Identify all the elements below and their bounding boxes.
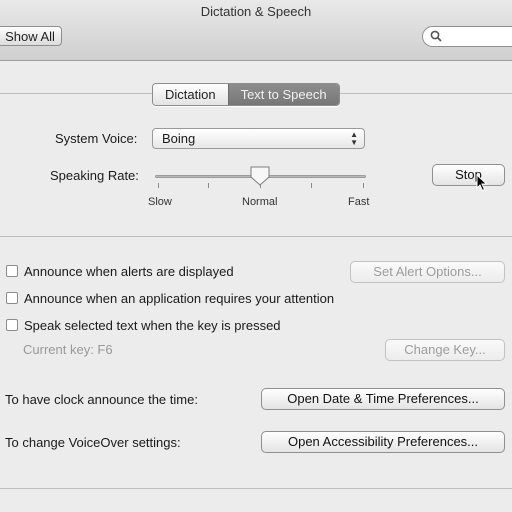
clock-label: To have clock announce the time: (5, 392, 198, 407)
change-key-button[interactable]: Change Key... (385, 339, 505, 361)
set-alert-options-button[interactable]: Set Alert Options... (350, 261, 505, 283)
announce-alerts-checkbox[interactable] (6, 265, 18, 277)
slider-tick (311, 183, 312, 188)
rate-slow-label: Slow (148, 196, 172, 208)
tab-text-to-speech[interactable]: Text to Speech (227, 84, 339, 105)
announce-app-attention-checkbox[interactable] (6, 292, 18, 304)
speak-selected-label: Speak selected text when the key is pres… (24, 318, 281, 333)
search-field[interactable] (422, 26, 512, 47)
segmented-tabs: Dictation Text to Speech (152, 83, 340, 106)
popup-arrows-icon: ▲ ▼ (350, 130, 358, 147)
slider-tick (208, 183, 209, 188)
open-accessibility-preferences-button[interactable]: Open Accessibility Preferences... (261, 431, 505, 453)
mouse-cursor-icon (476, 174, 488, 192)
system-voice-popup[interactable]: Boing ▲ ▼ (152, 128, 365, 149)
window-titlebar: Dictation & Speech Show All (0, 0, 512, 61)
show-all-button[interactable]: Show All (0, 26, 62, 46)
system-voice-value: Boing (162, 131, 196, 146)
open-date-time-preferences-button[interactable]: Open Date & Time Preferences... (261, 388, 505, 410)
window-title: Dictation & Speech (200, 4, 312, 19)
stop-button[interactable]: Stop (432, 164, 505, 186)
speaking-rate-label: Speaking Rate: (50, 168, 139, 183)
speak-selected-checkbox[interactable] (6, 319, 18, 331)
announce-app-attention-label: Announce when an application requires yo… (24, 291, 335, 306)
system-voice-label: System Voice: (55, 131, 138, 146)
section-divider (0, 236, 512, 237)
tab-dictation[interactable]: Dictation (153, 84, 228, 105)
slider-tick (363, 183, 364, 188)
speaking-rate-slider-thumb[interactable] (249, 165, 271, 187)
bottom-divider (0, 488, 512, 489)
slider-tick (158, 183, 159, 188)
rate-normal-label: Normal (242, 196, 278, 208)
announce-alerts-label: Announce when alerts are displayed (24, 264, 234, 279)
voiceover-label: To change VoiceOver settings: (5, 435, 181, 450)
preferences-content: Dictation Text to Speech System Voice: B… (0, 61, 512, 512)
rate-fast-label: Fast (348, 196, 370, 208)
search-icon (430, 30, 442, 42)
search-input[interactable] (445, 29, 512, 46)
current-key-label: Current key: F6 (23, 342, 113, 357)
